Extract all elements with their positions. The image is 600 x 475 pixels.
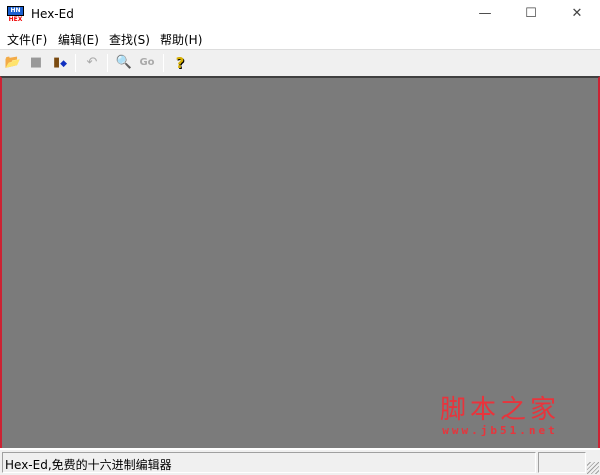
mdi-client-area (0, 76, 600, 448)
minimize-button[interactable]: — (462, 0, 508, 30)
exit-door-icon[interactable]: ▮◆ (50, 53, 70, 73)
toolbar-separator (75, 54, 76, 72)
watermark: 脚本之家 www.jb51.net (440, 396, 560, 437)
maximize-button[interactable]: ☐ (508, 0, 554, 30)
window-title: Hex-Ed (31, 7, 74, 21)
status-bar: Hex-Ed,免费的十六进制编辑器 (0, 450, 600, 475)
goto-icon[interactable]: Go (137, 53, 157, 73)
toolbar: 📂 ■ ▮◆ ↶ 🔍 Go ? (0, 49, 600, 76)
find-icon[interactable]: 🔍 (114, 53, 134, 73)
toolbar-separator (107, 54, 108, 72)
menu-bar: 文件(F) 编辑(E) 查找(S) 帮助(H) (0, 30, 600, 49)
toolbar-separator (163, 54, 164, 72)
resize-grip[interactable] (587, 462, 599, 474)
menu-file[interactable]: 文件(F) (7, 31, 47, 48)
watermark-title: 脚本之家 (440, 395, 561, 425)
undo-icon[interactable]: ↶ (82, 53, 102, 73)
menu-help[interactable]: 帮助(H) (160, 31, 202, 48)
watermark-url: www.jb51.net (442, 424, 558, 437)
menu-search[interactable]: 查找(S) (109, 31, 150, 48)
status-pane (538, 452, 586, 473)
save-icon[interactable]: ■ (26, 53, 46, 73)
menu-edit[interactable]: 编辑(E) (58, 31, 99, 48)
app-icon-bottom: HEX (8, 16, 23, 23)
title-bar: HN HEX Hex-Ed — ☐ ✕ (0, 0, 600, 30)
close-button[interactable]: ✕ (554, 0, 600, 30)
open-folder-icon[interactable]: 📂 (3, 53, 23, 73)
help-icon[interactable]: ? (170, 53, 190, 73)
app-icon-top: HN (7, 6, 24, 16)
app-icon: HN HEX (7, 6, 24, 23)
status-text: Hex-Ed,免费的十六进制编辑器 (2, 452, 536, 473)
